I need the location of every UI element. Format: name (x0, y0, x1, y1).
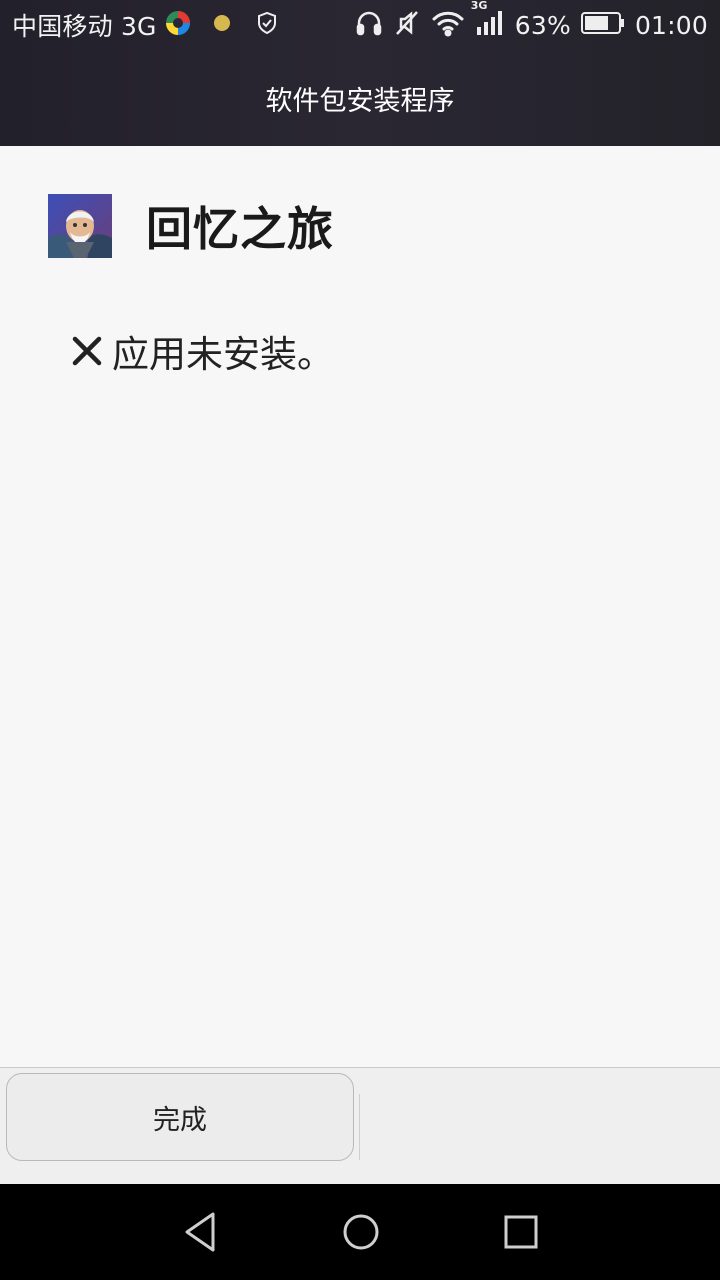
recents-icon[interactable] (497, 1208, 545, 1256)
install-result-text: 应用未安装。 (112, 333, 334, 376)
status-right: 3G 63% 01:00 (355, 0, 708, 50)
app-color-icon (165, 10, 191, 40)
signal-icon: 3G (471, 0, 505, 41)
navigation-bar (0, 1184, 720, 1280)
app-name: 回忆之旅 (146, 202, 334, 256)
clock: 01:00 (634, 10, 708, 40)
status-bar: 中国移动 3G 3G 63% 01:00 (0, 0, 720, 50)
headphones-icon (355, 9, 383, 41)
done-button[interactable]: 完成 (6, 1073, 354, 1161)
status-left: 中国移动 3G (12, 0, 279, 50)
battery-icon (580, 11, 625, 39)
install-result: 应用未安装。 (70, 324, 334, 378)
mute-icon (393, 9, 421, 41)
button-divider (359, 1094, 360, 1160)
button-bar: 完成 (0, 1067, 720, 1185)
home-icon[interactable] (337, 1208, 385, 1256)
header: 中国移动 3G 3G 63% 01:00 软件包安装程序 (0, 0, 720, 146)
network-badge: 3G (470, 0, 488, 12)
battery-percent: 63% (514, 10, 571, 40)
shield-icon (255, 11, 279, 39)
wifi-icon (431, 9, 465, 41)
title-bar: 软件包安装程序 (0, 50, 720, 146)
carrier-label: 中国移动 3G (12, 12, 157, 41)
app-icon (48, 194, 112, 258)
back-icon[interactable] (177, 1208, 225, 1256)
notification-dot-icon (213, 14, 231, 36)
app-info: 回忆之旅 (48, 194, 334, 258)
x-icon (70, 334, 104, 368)
page-title: 软件包安装程序 (265, 85, 455, 117)
